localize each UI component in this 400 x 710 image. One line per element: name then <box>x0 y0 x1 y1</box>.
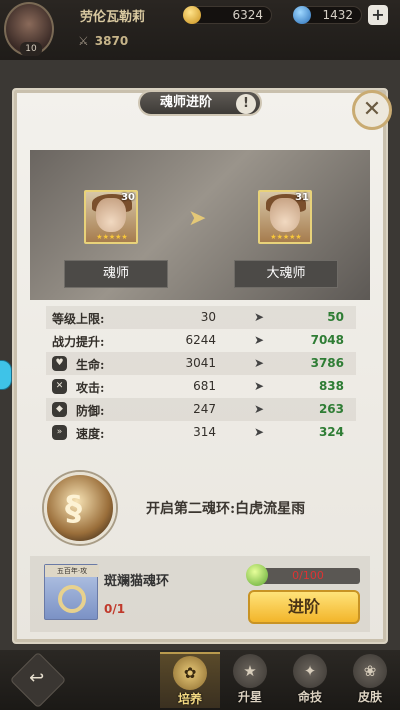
star-icon: ★ <box>233 654 267 688</box>
stat-row-defense: ◆ 防御: 247 ➤ 263 <box>46 398 356 421</box>
heart-icon: ♥ <box>52 356 67 371</box>
gold-counter: 6324 <box>183 6 272 24</box>
player-name: 劳伦瓦勒莉 <box>80 10 146 25</box>
close-button[interactable]: ✕ <box>352 90 392 130</box>
speed-icon: » <box>52 425 67 440</box>
star-rating-current: ★★★★★ <box>96 233 128 241</box>
stat-name: 防御: <box>76 404 105 418</box>
chevron-right-icon: ➤ <box>254 425 265 439</box>
soul-ring-icon <box>58 585 86 613</box>
material-count: 0/1 <box>104 602 126 616</box>
stat-name: 战力提升: <box>52 335 105 349</box>
stat-name: 攻击: <box>76 381 105 395</box>
tab-star-up[interactable]: ★ 升星 <box>220 652 280 708</box>
stat-current: 6244 <box>185 333 216 347</box>
hero-level-current: 30 <box>121 192 135 203</box>
hero-level-next: 31 <box>295 192 309 203</box>
hero-portrait-next: 31 ★★★★★ <box>258 190 312 244</box>
material-tag: 五百年·攻 <box>45 565 99 577</box>
stat-row-power: 战力提升: 6244 ➤ 7048 <box>46 329 356 352</box>
chevron-right-icon: ➤ <box>254 402 265 416</box>
hero-portrait-current: 30 ★★★★★ <box>84 190 138 244</box>
rank-label-current: 魂师 <box>64 260 168 288</box>
sword-icon: ⚔ <box>78 34 89 48</box>
material-item-card[interactable]: 五百年·攻 <box>44 564 99 620</box>
tab-cultivate[interactable]: ✿ 培养 <box>160 652 220 708</box>
gem-value: 1432 <box>322 8 353 22</box>
stat-row-speed: » 速度: 314 ➤ 324 <box>46 421 356 444</box>
stat-row-attack: ✕ 攻击: 681 ➤ 838 <box>46 375 356 398</box>
hero-face <box>270 198 300 232</box>
stat-row-hp: ♥ 生命: 3041 ➤ 3786 <box>46 352 356 375</box>
stat-name: 生命: <box>76 358 105 372</box>
stat-current: 247 <box>193 402 216 416</box>
tab-label: 命技 <box>297 690 322 704</box>
stats-table: 等级上限: 30 ➤ 50 战力提升: 6244 ➤ 7048 ♥ 生命: 30… <box>46 306 356 444</box>
tab-label: 皮肤 <box>357 690 382 704</box>
advance-progress-bar: 0/100 <box>256 568 360 584</box>
info-icon[interactable]: ! <box>236 94 256 114</box>
stat-current: 30 <box>200 310 216 324</box>
swirl-icon: § <box>65 489 82 529</box>
material-name: 斑斓猫魂环 <box>104 574 170 589</box>
power-value: 3870 <box>94 34 129 48</box>
gold-coin-icon <box>183 6 201 24</box>
tab-label: 培养 <box>177 692 202 706</box>
green-gem-icon <box>246 564 268 586</box>
power-display: ⚔ 3870 <box>78 34 128 48</box>
stat-current: 314 <box>193 425 216 439</box>
rank-label-next: 大魂师 <box>234 260 338 288</box>
tab-label: 升星 <box>237 690 262 704</box>
stat-next: 50 <box>327 310 344 324</box>
stat-next: 3786 <box>310 356 344 370</box>
stat-name: 速度: <box>76 427 105 441</box>
blue-gem-icon <box>293 6 311 24</box>
side-event-tab[interactable] <box>0 360 12 390</box>
player-level: 10 <box>20 42 42 56</box>
unlock-description: 开启第二魂环:白虎流星雨 <box>146 501 306 517</box>
add-currency-button[interactable]: + <box>368 5 388 25</box>
player-avatar[interactable]: 10 <box>4 2 54 56</box>
stat-current: 3041 <box>185 356 216 370</box>
stat-name: 等级上限: <box>52 312 105 326</box>
tab-skins[interactable]: ❀ 皮肤 <box>340 652 400 708</box>
stat-next: 838 <box>318 379 344 393</box>
chevron-right-icon: ➤ <box>254 310 265 324</box>
gem-counter: 1432 <box>293 6 362 24</box>
stat-next: 324 <box>318 425 344 439</box>
stat-next: 7048 <box>310 333 344 347</box>
gold-value: 6324 <box>232 8 263 22</box>
shield-icon: ◆ <box>52 402 67 417</box>
arrow-right-icon: ➤ <box>188 206 207 231</box>
soul-ring-skill-icon[interactable]: § <box>44 472 116 544</box>
skin-icon: ❀ <box>353 654 387 688</box>
back-arrow-icon: ↩ <box>29 667 45 689</box>
hero-face <box>96 198 126 232</box>
cultivate-icon: ✿ <box>173 656 207 690</box>
stat-next: 263 <box>318 402 344 416</box>
star-rating-next: ★★★★★ <box>270 233 302 241</box>
stat-current: 681 <box>193 379 216 393</box>
tab-skills[interactable]: ✦ 命技 <box>280 652 340 708</box>
chevron-right-icon: ➤ <box>254 379 265 393</box>
progress-text: 0/100 <box>292 569 324 582</box>
chevron-right-icon: ➤ <box>254 356 265 370</box>
attack-icon: ✕ <box>52 379 67 394</box>
stat-row-level-cap: 等级上限: 30 ➤ 50 <box>46 306 356 329</box>
skill-icon: ✦ <box>293 654 327 688</box>
advance-button[interactable]: 进阶 <box>248 590 360 624</box>
chevron-right-icon: ➤ <box>254 333 265 347</box>
